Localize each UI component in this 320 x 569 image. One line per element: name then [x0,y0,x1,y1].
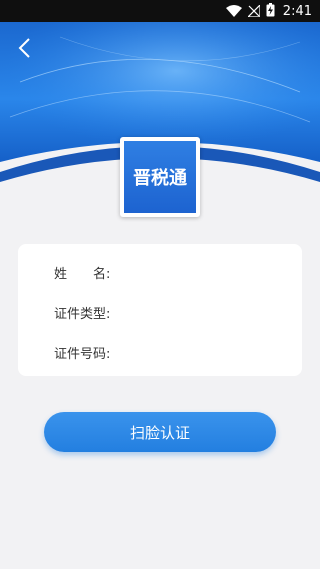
logo-tile: 晋税通 [124,141,196,213]
name-label: 姓 名: [54,267,111,282]
app-logo: 晋税通 [120,137,200,217]
identity-card: 姓 名: 证件类型: 证件号码: [18,244,302,376]
chevron-left-icon [17,37,31,63]
scan-face-button[interactable]: 扫脸认证 [44,412,276,452]
status-time: 2:41 [282,3,312,19]
id-number-label: 证件号码: [54,347,111,362]
back-button[interactable] [10,36,38,64]
status-bar: 2:41 [0,0,320,22]
battery-charging-icon [266,2,275,21]
id-type-label: 证件类型: [54,307,111,322]
no-signal-icon [246,2,261,21]
logo-text: 晋税通 [133,168,187,189]
status-icons: 2:41 [225,0,312,22]
wifi-icon [225,2,242,21]
